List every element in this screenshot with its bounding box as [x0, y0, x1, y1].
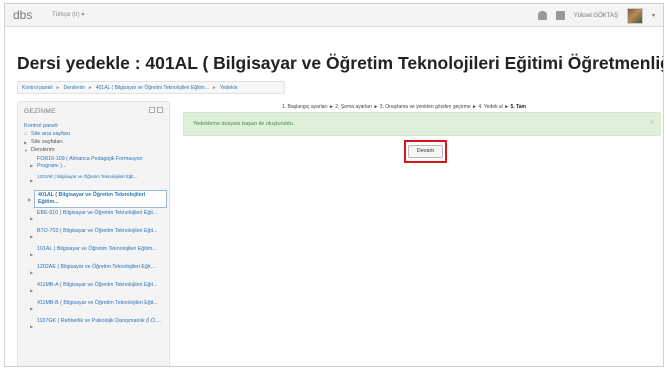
sidebar-item-site-pages[interactable]: Site sayfaları — [31, 139, 63, 145]
breadcrumb-item-my-courses[interactable]: Derslerim — [64, 85, 85, 91]
breadcrumb-item-course[interactable]: 401AL ( Bilgisayar ve Öğretim Teknolojil… — [96, 85, 209, 91]
sidebar-item-site-home[interactable]: Site ana sayfası — [31, 131, 70, 137]
navigation-block: GEZİNME − □ Kontrol paneli ⌂ Site ana sa… — [17, 101, 170, 366]
breadcrumb-separator-icon: ► — [211, 84, 217, 91]
collapsed-arrow-icon: ▶ — [30, 234, 34, 239]
continue-button-highlight: Devam — [404, 140, 447, 163]
navigation-heading: GEZİNME — [24, 108, 56, 115]
breadcrumb-item-backup[interactable]: Yedekle — [220, 85, 238, 91]
continue-button[interactable]: Devam — [408, 145, 443, 158]
backup-progress-steps: 1. Başlangıç ayarları ► 2. Şema ayarları… — [282, 104, 526, 110]
sidebar-course-active[interactable]: 401AL ( Bilgisayar ve Öğretim Teknolojil… — [34, 190, 167, 208]
block-controls: − □ — [149, 107, 163, 113]
backup-steps-text: 1. Başlangıç ayarları ► 2. Şema ayarları… — [282, 104, 511, 110]
page-title: Dersi yedekle : 401AL ( Bilgisayar ve Öğ… — [17, 53, 663, 73]
browser-frame: dbs Türkçe (tr) ▾ Yüksel GÖKTAŞ ▾ Dersi … — [4, 3, 664, 367]
top-navbar: dbs Türkçe (tr) ▾ Yüksel GÖKTAŞ ▾ — [5, 4, 663, 27]
collapsed-arrow-icon: ▶ — [30, 324, 34, 329]
chevron-down-icon[interactable]: ▾ — [652, 12, 655, 19]
backup-step-current: 5. Tam — [510, 104, 526, 110]
collapsed-arrow-icon: ▶ — [30, 270, 34, 275]
sidebar-course-link[interactable]: 1107GK ( Rehberlik ve Psikolojik Danışma… — [37, 318, 165, 325]
breadcrumb-separator-icon: ► — [55, 84, 61, 91]
sidebar-course-link[interactable]: BTO-703 ( Bilgisayar ve Öğretim Teknoloj… — [37, 228, 165, 235]
collapsed-arrow-icon: ▶ — [28, 197, 32, 202]
collapsed-arrow-icon: ▶ — [30, 252, 34, 257]
sidebar-course-link[interactable]: 1202AE ( Bilgisayar ve Öğretim Teknoloji… — [37, 264, 165, 271]
success-alert: Yedekleme dosyası başarı ile oluşturuldu… — [183, 112, 661, 136]
collapsed-arrow-icon: ▶ — [24, 140, 28, 145]
dock-block-icon[interactable]: □ — [157, 107, 163, 113]
close-icon[interactable]: × — [649, 118, 654, 127]
home-icon: ⌂ — [24, 131, 28, 137]
bell-icon[interactable] — [537, 11, 547, 20]
breadcrumb-item-dashboard[interactable]: Kontrol paneli — [22, 85, 53, 91]
site-brand[interactable]: dbs — [13, 8, 32, 22]
collapse-block-icon[interactable]: − — [149, 107, 155, 113]
breadcrumb-separator-icon: ► — [87, 84, 93, 91]
sidebar-course-link[interactable]: 411MB-A ( Bilgisayar ve Öğretim Teknoloj… — [37, 282, 165, 289]
collapsed-arrow-icon: ▶ — [30, 306, 34, 311]
message-icon[interactable] — [555, 11, 565, 20]
sidebar-course-link[interactable]: EBE-510 ( Bilgisayar ve Öğretim Teknoloj… — [37, 210, 165, 217]
sidebar-course-link[interactable]: 411MB-B ( Bilgisayar ve Öğretim Teknoloj… — [37, 300, 165, 307]
collapsed-arrow-icon: ▶ — [30, 178, 34, 183]
sidebar-item-dashboard[interactable]: Kontrol paneli — [24, 123, 58, 129]
language-menu[interactable]: Türkçe (tr) ▾ — [52, 11, 84, 18]
collapsed-arrow-icon: ▶ — [30, 288, 34, 293]
alert-message: Yedekleme dosyası başarı ile oluşturuldu — [193, 121, 293, 127]
sidebar-course-link[interactable]: 101AL ( Bilgisayar ve Öğretim Teknolojil… — [37, 246, 165, 253]
collapsed-arrow-icon: ▶ — [30, 216, 34, 221]
sidebar-item-my-courses[interactable]: Derslerim — [31, 147, 55, 153]
avatar[interactable] — [626, 7, 643, 24]
user-name[interactable]: Yüksel GÖKTAŞ — [574, 13, 618, 19]
expanded-arrow-icon: ▼ — [24, 148, 28, 153]
navbar-user-area: Yüksel GÖKTAŞ ▾ — [537, 7, 655, 24]
breadcrumb: Kontrol paneli ► Derslerim ► 401AL ( Bil… — [17, 81, 285, 94]
collapsed-arrow-icon: ▶ — [30, 163, 34, 168]
sidebar-course-link[interactable]: 1203AE ( Bilgisayar ve Öğretim Teknoloji… — [37, 173, 165, 180]
sidebar-course-link[interactable]: FOR16-109 ( Almanca Pedagojik Formasyon … — [37, 156, 165, 170]
